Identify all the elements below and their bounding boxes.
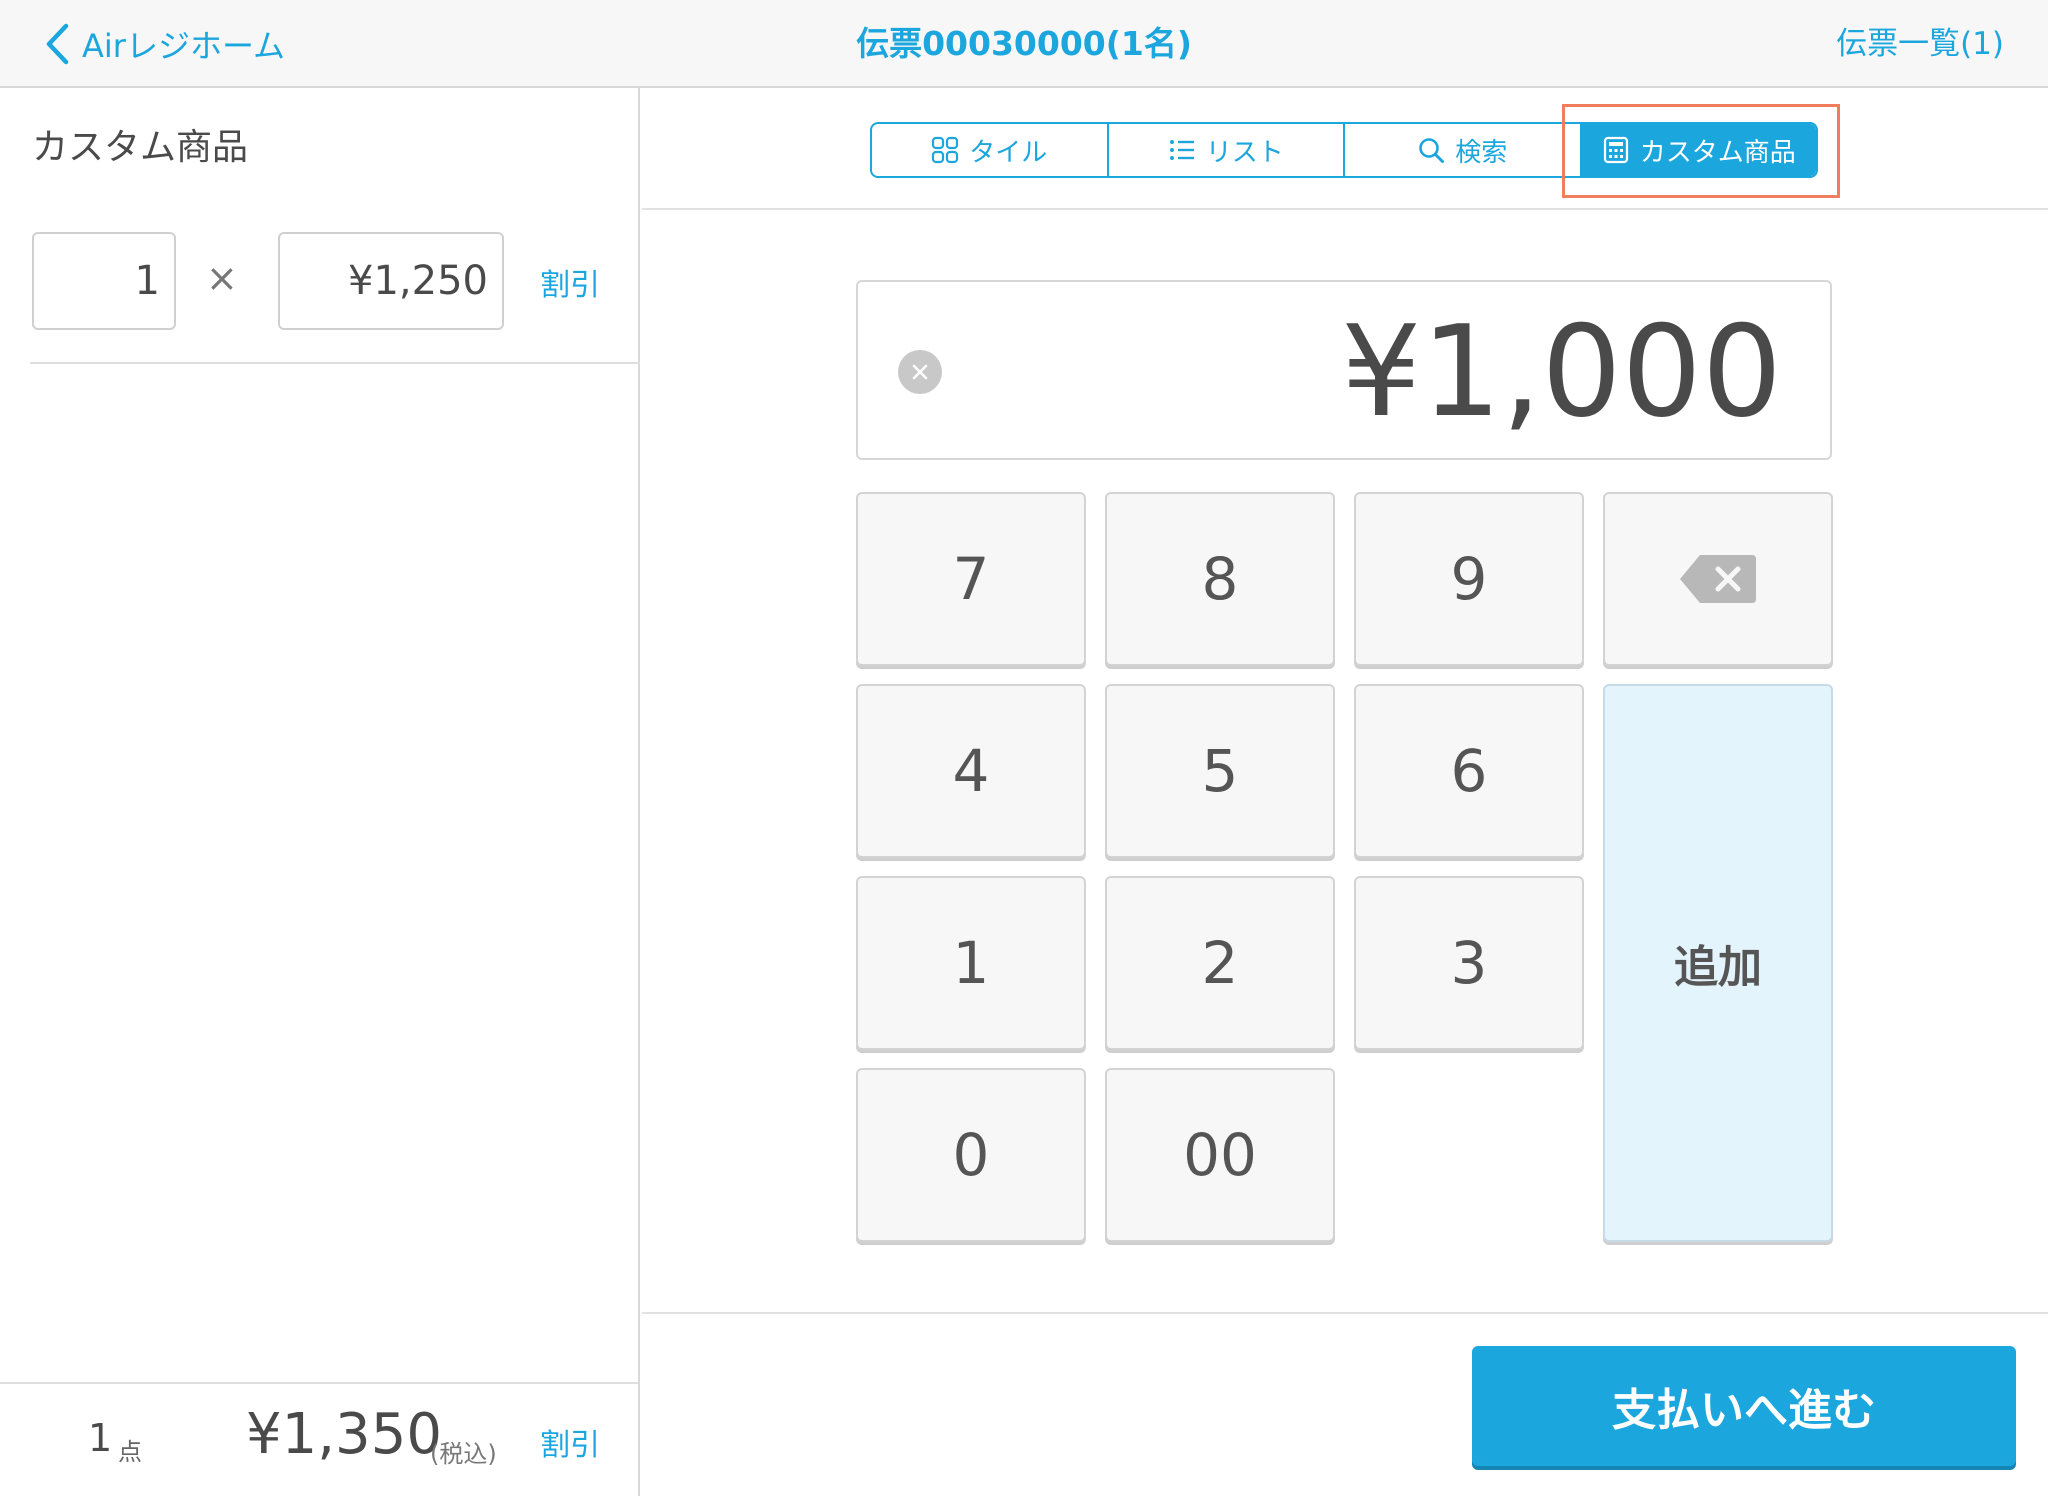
tab-list[interactable]: リスト [1109, 124, 1345, 176]
tab-tile-label: タイル [969, 137, 1048, 168]
total-discount-button[interactable]: 割引 [540, 1420, 600, 1464]
backspace-icon [1680, 555, 1756, 603]
slip-list-button[interactable]: 伝票一覧(1) [1836, 18, 2004, 70]
item-discount-button[interactable]: 割引 [540, 260, 600, 304]
tile-grid-icon [932, 136, 959, 164]
item-count: 1 [88, 1416, 113, 1460]
key-9[interactable]: 9 [1354, 492, 1584, 666]
proceed-to-payment-button[interactable]: 支払いへ進む [1472, 1346, 2016, 1466]
search-icon [1419, 138, 1445, 163]
header-bar: Airレジホーム 伝票00030000(1名) 伝票一覧(1) [0, 0, 2048, 88]
tab-custom-item-label: カスタム商品 [1639, 137, 1796, 168]
back-home-button[interactable]: Airレジホーム [44, 18, 285, 70]
footer-divider [642, 1312, 2048, 1314]
key-3[interactable]: 3 [1354, 876, 1584, 1050]
tax-included-note: (税込) [430, 1440, 497, 1468]
tab-tile[interactable]: タイル [872, 124, 1109, 176]
key-00[interactable]: 00 [1105, 1068, 1335, 1242]
key-5[interactable]: 5 [1105, 684, 1335, 858]
clear-amount-button[interactable] [898, 350, 942, 394]
close-icon [912, 364, 928, 380]
key-1[interactable]: 1 [856, 876, 1086, 1050]
item-divider [30, 362, 640, 364]
tab-list-label: リスト [1205, 137, 1284, 168]
key-2[interactable]: 2 [1105, 876, 1335, 1050]
calculator-icon [1603, 136, 1628, 164]
chevron-left-icon [46, 23, 69, 65]
total-price: ¥1,350 [246, 1402, 442, 1467]
order-panel: カスタム商品 1 × ¥1,250 割引 1 点 ¥1,350 (税込) 割引 [0, 88, 640, 1496]
key-8[interactable]: 8 [1105, 492, 1335, 666]
tab-search-label: 検索 [1455, 137, 1508, 168]
view-mode-tabs: タイル リスト 検索 カスタム商品 [870, 122, 1818, 178]
key-6[interactable]: 6 [1354, 684, 1584, 858]
unit-price-field[interactable]: ¥1,250 [278, 232, 504, 330]
item-name: カスタム商品 [32, 127, 249, 168]
tab-search[interactable]: 検索 [1345, 124, 1582, 176]
backspace-key[interactable] [1603, 492, 1833, 666]
key-7[interactable]: 7 [856, 492, 1086, 666]
amount-value: ¥1,000 [1341, 298, 1782, 445]
key-4[interactable]: 4 [856, 684, 1086, 858]
slip-title: 伝票00030000(1名) [856, 24, 1192, 63]
quantity-field[interactable]: 1 [32, 232, 176, 330]
item-count-unit: 点 [118, 1438, 142, 1466]
list-icon [1169, 140, 1194, 160]
tabs-divider [642, 208, 2048, 210]
tab-custom-item[interactable]: カスタム商品 [1581, 124, 1816, 176]
add-item-button[interactable]: 追加 [1603, 684, 1833, 1242]
multiply-sign: × [206, 256, 238, 300]
key-0[interactable]: 0 [856, 1068, 1086, 1242]
order-summary: 1 点 ¥1,350 (税込) 割引 [0, 1382, 638, 1496]
amount-display: ¥1,000 [856, 280, 1832, 460]
back-home-label: Airレジホーム [82, 27, 285, 65]
